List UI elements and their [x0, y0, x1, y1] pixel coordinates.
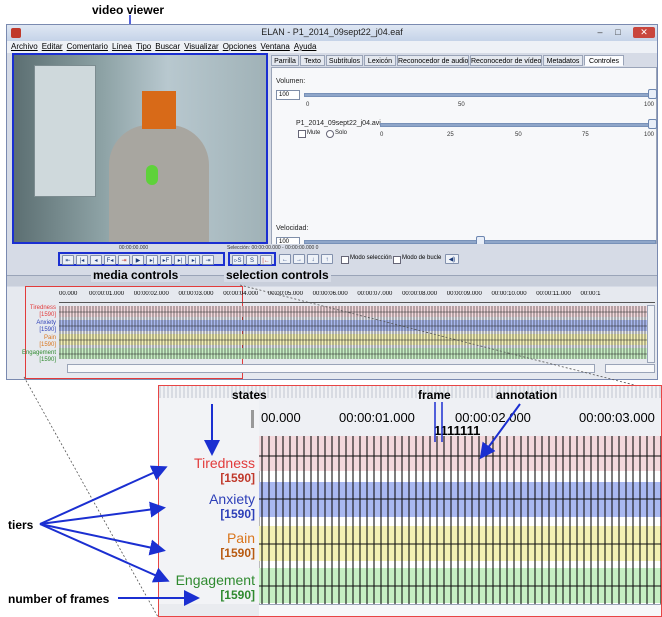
callout-arrows — [39, 402, 521, 606]
